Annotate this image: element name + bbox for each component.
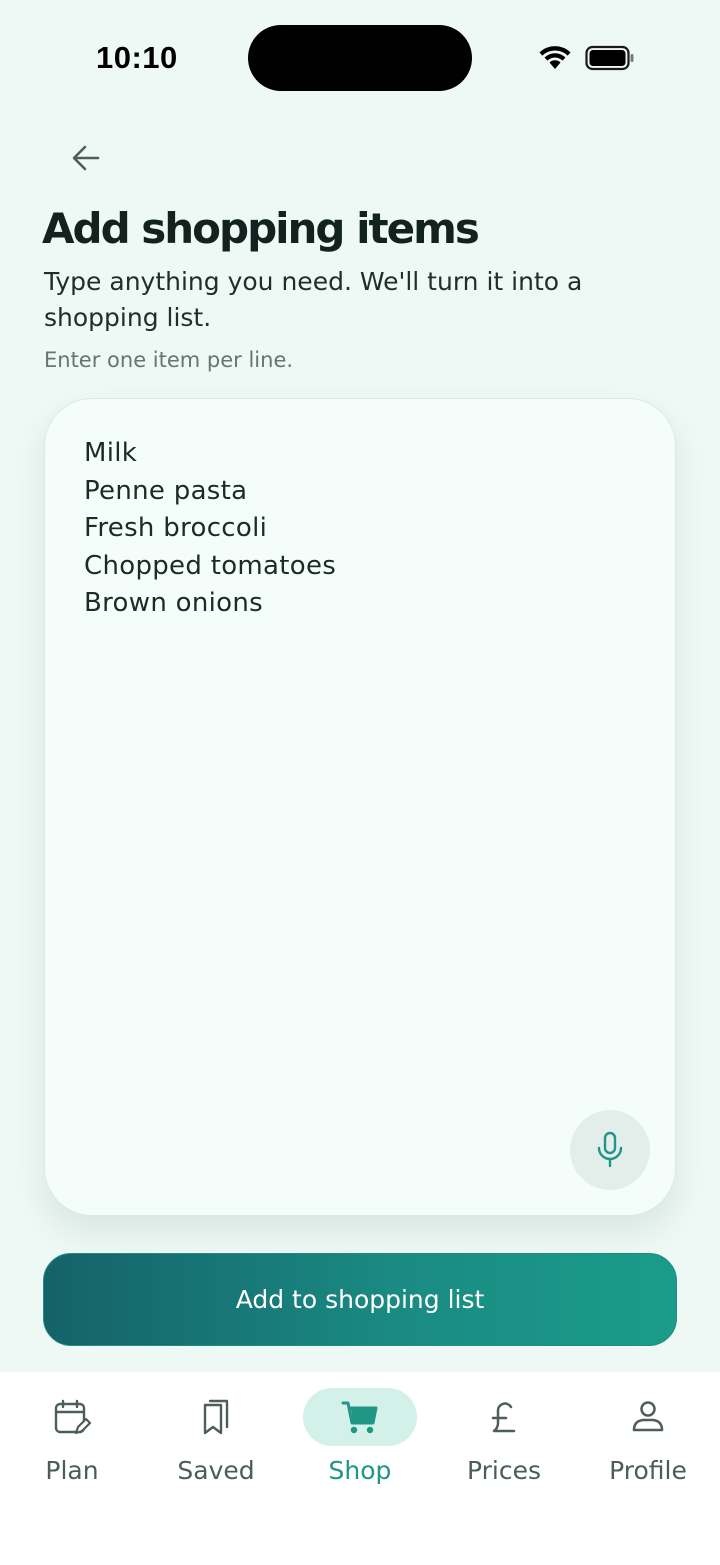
microphone-icon — [597, 1131, 623, 1168]
items-text[interactable]: Milk Penne pasta Fresh broccoli Chopped … — [84, 435, 336, 623]
arrow-left-icon — [72, 145, 100, 171]
list-item: Brown onions — [84, 588, 264, 619]
wifi-icon — [539, 46, 571, 69]
tab-plan[interactable]: Plan — [0, 1372, 144, 1502]
calendar-edit-icon — [54, 1399, 92, 1435]
add-to-shopping-list-button[interactable]: Add to shopping list — [43, 1253, 677, 1346]
page-title: Add shopping items — [42, 204, 480, 253]
list-item: Chopped tomatoes — [84, 550, 337, 581]
dynamic-island — [248, 25, 472, 91]
pound-icon — [491, 1402, 516, 1433]
list-item: Milk — [84, 438, 138, 468]
items-textarea[interactable]: Milk Penne pasta Fresh broccoli Chopped … — [44, 398, 676, 1216]
bottom-tab-bar: Plan Saved Shop Prices Profile — [0, 1372, 720, 1565]
list-item: Penne pasta — [84, 475, 248, 506]
tab-prices[interactable]: Prices — [432, 1372, 576, 1502]
tab-label: Profile — [609, 1456, 687, 1485]
tab-label: Saved — [177, 1456, 255, 1485]
screen: 10:10 Add shopping items Type anything y… — [0, 0, 720, 1565]
page-subtitle: Type anything you need. We'll turn it in… — [44, 267, 583, 332]
bookmark-icon — [203, 1399, 229, 1435]
person-icon — [632, 1401, 664, 1432]
tab-label: Plan — [45, 1456, 99, 1485]
tab-profile[interactable]: Profile — [576, 1372, 720, 1502]
tab-shop[interactable]: Shop — [288, 1372, 432, 1502]
tab-label: Shop — [328, 1456, 392, 1485]
battery-icon — [585, 45, 634, 71]
input-hint: Enter one item per line. — [44, 348, 294, 372]
tab-saved[interactable]: Saved — [144, 1372, 288, 1502]
list-item: Fresh broccoli — [84, 513, 268, 544]
voice-input-button[interactable] — [570, 1110, 650, 1190]
cart-icon — [341, 1401, 378, 1434]
status-time: 10:10 — [96, 40, 178, 75]
tab-label: Prices — [466, 1456, 541, 1485]
back-button[interactable] — [62, 134, 110, 182]
